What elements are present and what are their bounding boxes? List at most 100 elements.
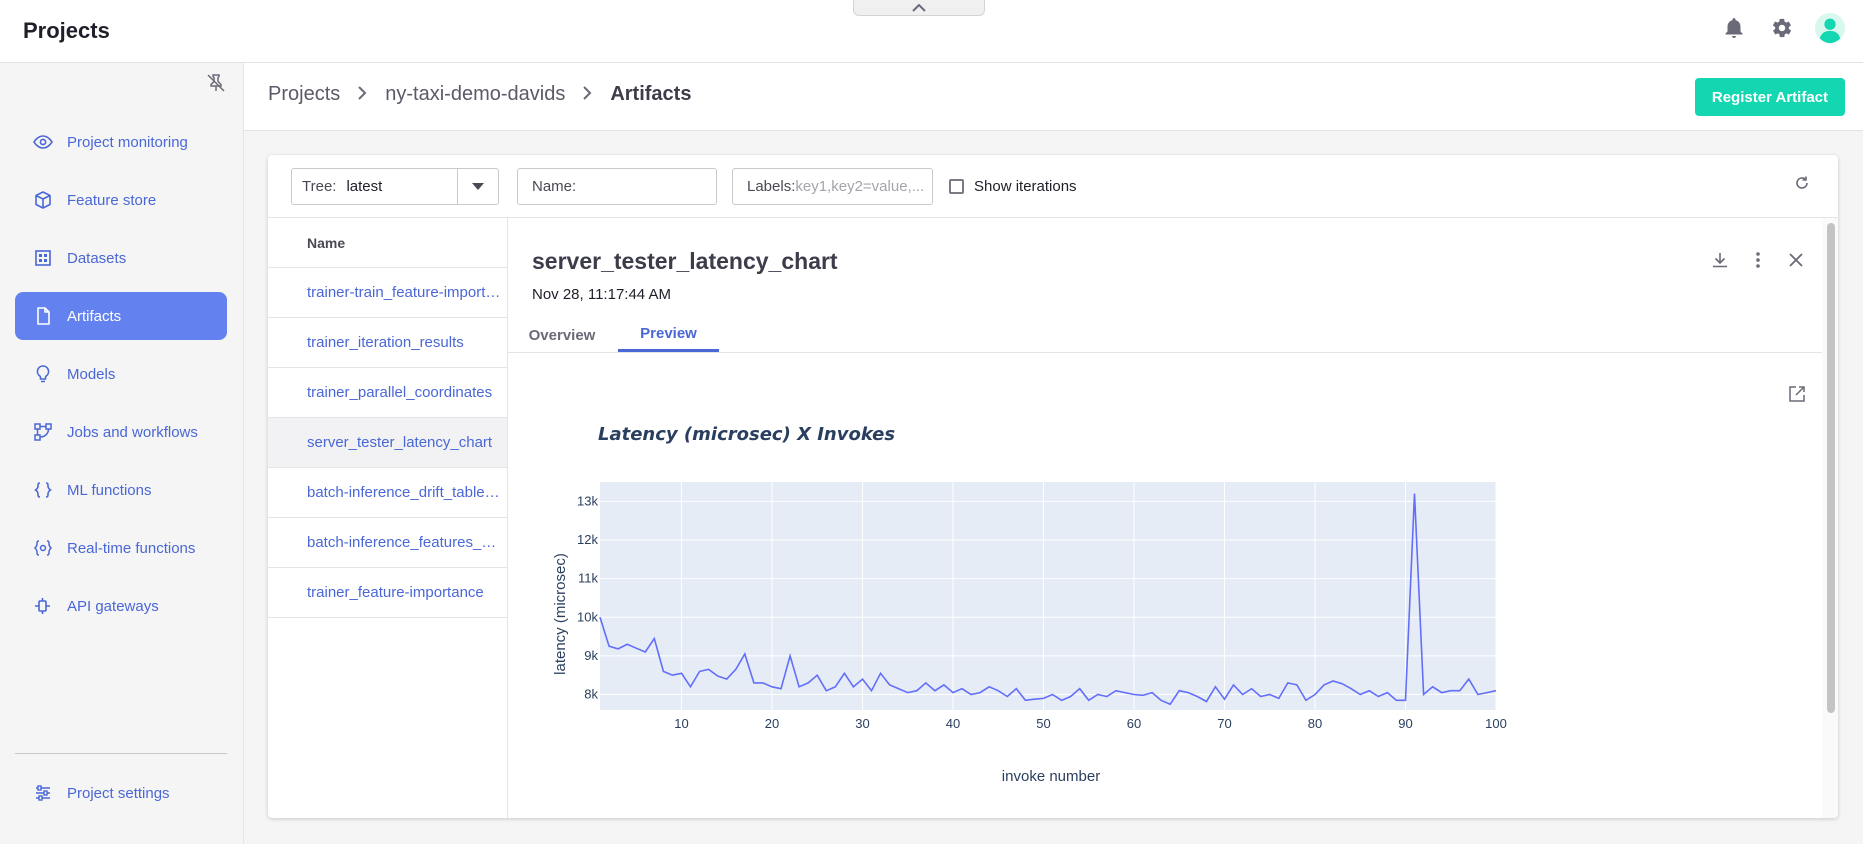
name-filter-label: Name: — [532, 178, 577, 195]
sliders-icon — [36, 785, 50, 801]
y-tick-label: 11k — [578, 571, 598, 586]
plot-area — [600, 482, 1496, 710]
page-header: Projects ny-taxi-demo-davids Artifacts R… — [244, 63, 1863, 131]
sidebar-item-label: Artifacts — [67, 307, 122, 325]
sidebar-nav: Project monitoring Feature store Dataset… — [15, 118, 227, 640]
sidebar-item-label: Project settings — [67, 784, 170, 802]
app-title: Projects — [23, 18, 110, 43]
dropdown-caret-icon[interactable] — [457, 169, 498, 204]
table-row[interactable]: batch-inference_drift_table_plot — [268, 468, 507, 518]
table-row[interactable]: trainer_iteration_results — [268, 318, 507, 368]
sidebar-item-label: Models — [67, 365, 116, 383]
sidebar-item-project-settings[interactable]: Project settings — [15, 769, 227, 817]
table-row[interactable]: batch-inference_features_drift — [268, 518, 507, 568]
tree-value: latest — [346, 178, 383, 195]
labels-filter-input[interactable]: Labels: key1,key2=value,... — [732, 168, 933, 205]
artifact-name-link[interactable]: batch-inference_drift_table_plot — [307, 484, 503, 501]
refresh-icon[interactable] — [1794, 175, 1810, 196]
artifact-name-link[interactable]: trainer-train_feature-importance — [307, 284, 503, 301]
bulb-icon — [36, 365, 50, 383]
realtime-icon — [33, 540, 53, 556]
sidebar-divider — [15, 753, 227, 754]
y-tick-label: 9k — [584, 648, 598, 663]
show-iterations-checkbox[interactable]: Show iterations — [949, 178, 1077, 195]
tree-label: Tree: — [302, 178, 337, 195]
table-row[interactable]: trainer_feature-importance — [268, 568, 507, 618]
sidebar-item-label: Project monitoring — [67, 133, 188, 151]
close-icon[interactable] — [1784, 248, 1808, 272]
x-axis-ticks: 10 20 30 40 50 60 70 80 90 100 — [674, 716, 1507, 731]
braces-icon — [34, 482, 52, 498]
latency-line-chart: Latency (microsec) X Invokes 10 20 30 40 50 6… — [552, 424, 1507, 785]
artifacts-panel: Tree: latest Name: Labels: key1,key2=val… — [268, 155, 1838, 818]
breadcrumb-project[interactable]: ny-taxi-demo-davids — [385, 83, 565, 106]
sidebar-item-jobs-and-workflows[interactable]: Jobs and workflows — [15, 408, 227, 456]
checkbox-box[interactable] — [949, 179, 964, 194]
sidebar-item-label: Feature store — [67, 191, 157, 209]
breadcrumb: Projects ny-taxi-demo-davids Artifacts — [268, 83, 691, 106]
artifact-detail-pane: server_tester_latency_chart Nov 28, 11:1… — [508, 218, 1822, 818]
notifications-bell-icon[interactable] — [1719, 13, 1749, 43]
sidebar-item-real-time-functions[interactable]: Real-time functions — [15, 524, 227, 572]
eye-icon — [33, 135, 53, 149]
top-bar: Projects — [0, 0, 1863, 63]
sidebar-item-project-monitoring[interactable]: Project monitoring — [15, 118, 227, 166]
labels-filter-placeholder: key1,key2=value,... — [795, 178, 925, 195]
tree-select[interactable]: Tree: latest — [291, 168, 499, 205]
artifact-name-link[interactable]: trainer_parallel_coordinates — [307, 384, 492, 401]
tab-overview[interactable]: Overview — [529, 318, 596, 352]
x-axis-label: invoke number — [1002, 768, 1100, 785]
box-icon — [35, 191, 51, 209]
sidebar: Project monitoring Feature store Dataset… — [0, 63, 244, 844]
api-icon — [35, 598, 50, 614]
sidebar-item-artifacts[interactable]: Artifacts — [15, 292, 227, 340]
x-tick-label: 50 — [1036, 716, 1050, 731]
sidebar-item-api-gateways[interactable]: API gateways — [15, 582, 227, 630]
y-tick-label: 12k — [577, 532, 598, 547]
table-row[interactable]: trainer_parallel_coordinates — [268, 368, 507, 418]
sidebar-item-label: ML functions — [67, 481, 152, 499]
grid-icon — [35, 250, 51, 266]
sidebar-item-feature-store[interactable]: Feature store — [15, 176, 227, 224]
x-tick-label: 70 — [1217, 716, 1231, 731]
y-tick-label: 10k — [577, 609, 598, 624]
register-artifact-button[interactable]: Register Artifact — [1694, 78, 1845, 116]
y-tick-label: 13k — [577, 493, 598, 508]
tab-preview[interactable]: Preview — [618, 318, 719, 352]
x-tick-label: 100 — [1485, 716, 1507, 731]
breadcrumb-projects[interactable]: Projects — [268, 83, 340, 106]
x-tick-label: 40 — [946, 716, 960, 731]
artifact-name-link[interactable]: trainer_feature-importance — [307, 584, 484, 601]
artifact-name-link[interactable]: trainer_iteration_results — [307, 334, 464, 351]
artifact-name-link[interactable]: batch-inference_features_drift — [307, 534, 503, 551]
more-actions-icon[interactable] — [1746, 248, 1770, 272]
sidebar-item-ml-functions[interactable]: ML functions — [15, 466, 227, 514]
download-icon[interactable] — [1708, 248, 1732, 272]
filter-bar: Tree: latest Name: Labels: key1,key2=val… — [268, 155, 1838, 218]
sidebar-item-label: Jobs and workflows — [67, 423, 198, 441]
sidebar-item-models[interactable]: Models — [15, 350, 227, 398]
workflow-icon — [34, 423, 52, 441]
table-row[interactable]: trainer-train_feature-importance — [268, 268, 507, 318]
y-axis-ticks: 8k 9k 10k 11k 12k 13k — [577, 493, 598, 701]
artifact-date: Nov 28, 11:17:44 AM — [532, 286, 671, 303]
y-axis-label: latency (microsec) — [552, 553, 569, 675]
artifact-name-link[interactable]: server_tester_latency_chart — [307, 434, 492, 451]
column-header-name[interactable]: Name — [268, 218, 507, 268]
x-tick-label: 20 — [765, 716, 779, 731]
settings-gear-icon[interactable] — [1767, 13, 1797, 43]
user-avatar-icon[interactable] — [1815, 13, 1845, 43]
y-tick-label: 8k — [584, 687, 598, 702]
unpin-sidebar-icon[interactable] — [206, 73, 226, 98]
x-tick-label: 90 — [1398, 716, 1412, 731]
name-filter-input[interactable]: Name: — [517, 168, 717, 205]
artifacts-table: Name trainer-train_feature-importance tr… — [268, 218, 508, 818]
collapse-header-button[interactable] — [853, 0, 985, 16]
x-tick-label: 80 — [1308, 716, 1322, 731]
breadcrumb-current: Artifacts — [610, 83, 692, 105]
sidebar-item-datasets[interactable]: Datasets — [15, 234, 227, 282]
detail-tabs: Overview Preview — [508, 318, 1822, 353]
chevron-up-icon — [912, 3, 926, 12]
table-row-selected[interactable]: server_tester_latency_chart — [268, 418, 507, 468]
scrollbar-thumb[interactable] — [1827, 223, 1835, 713]
